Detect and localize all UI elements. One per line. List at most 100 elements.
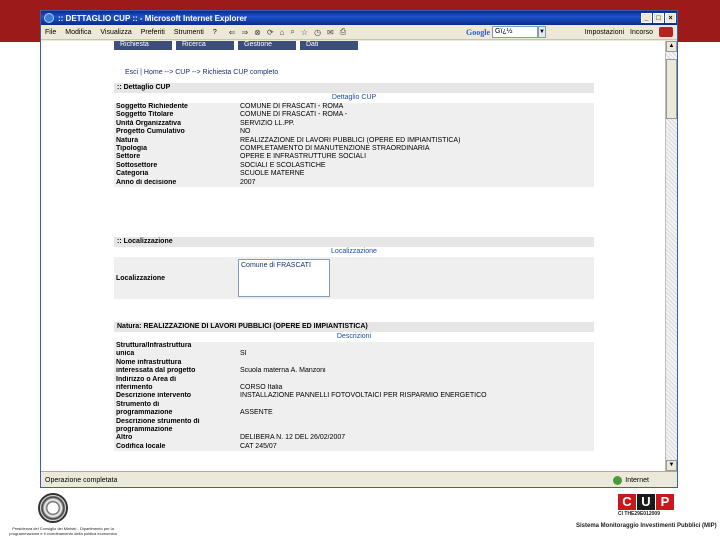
google-toolbar: Google Gï¿½ ▼ (466, 26, 546, 38)
field-value: COMUNE DI FRASCATI - ROMA - (240, 111, 348, 119)
field-label: interessata dal progetto (116, 367, 196, 375)
natura-section: Natura: REALIZZAZIONE DI LAVORI PUBBLICI… (114, 322, 594, 452)
table-row: Progetto Cumulativo NO (114, 128, 594, 136)
field-label: programmazione (116, 409, 173, 417)
toolbar-right: Impostazioni Incorso (579, 27, 673, 37)
scroll-down-icon[interactable]: ▼ (666, 460, 677, 471)
field-value: NO (240, 128, 251, 136)
footer-left: Presidenza del Consiglio dei Ministri - … (8, 493, 118, 536)
logo-letter: U (637, 494, 655, 510)
localizzazione-subheader: Localizzazione (331, 248, 377, 255)
localizzazione-label: Localizzazione (116, 274, 166, 282)
home-icon[interactable]: ⌂ (280, 28, 285, 37)
footer-right: C U P CI THE29E012009 Sistema Monitoragg… (576, 494, 718, 529)
tab-ricerca[interactable]: Ricerca (176, 41, 234, 50)
logo-code: CI THE29E012009 (618, 511, 660, 517)
scroll-up-icon[interactable]: ▲ (666, 41, 677, 52)
nav-tabs: Richiesta Ricerca Gestione Dati (114, 41, 362, 50)
field-label: Progetto Cumulativo (116, 128, 185, 136)
google-search-input[interactable]: Gï¿½ (492, 26, 538, 38)
localizzazione-section: :: Localizzazione Localizzazione Localiz… (114, 237, 594, 299)
google-logo: Google (466, 27, 490, 37)
scrollbar-thumb[interactable] (666, 59, 677, 119)
table-row: Indirizzo o Area di (114, 376, 594, 384)
minimize-button[interactable]: _ (641, 13, 652, 23)
tab-gestione[interactable]: Gestione (238, 41, 296, 50)
menu-modifica[interactable]: Modifica (65, 29, 91, 36)
field-label: Sottosettore (116, 161, 158, 169)
list-item[interactable]: Comune di FRASCATI (241, 262, 327, 269)
field-value: DELIBERA N. 12 DEL 26/02/2007 (240, 434, 346, 442)
field-label: Unità Organizzativa (116, 119, 181, 127)
settings-link[interactable]: Impostazioni (585, 29, 624, 36)
table-row: Tipologia COMPLETAMENTO DI MANUTENZIONE S… (114, 145, 594, 153)
field-label: Tipologia (116, 144, 147, 152)
table-row: Unità Organizzativa SERVIZIO LL.PP. (114, 120, 594, 128)
tab-richiesta[interactable]: Richiesta (114, 41, 172, 50)
close-button[interactable]: × (665, 13, 676, 23)
stop-icon[interactable]: ⊗ (254, 28, 261, 37)
field-label: Codifica locale (116, 442, 166, 450)
menu-visualizza[interactable]: Visualizza (100, 29, 131, 36)
field-value: SERVIZIO LL.PP. (240, 119, 295, 127)
menu-help[interactable]: ? (213, 29, 217, 36)
table-row: Sottosettore SOCIALI E SCOLASTICHE (114, 162, 594, 170)
republic-emblem-icon (38, 493, 68, 523)
cup-logo: C U P (618, 494, 718, 510)
field-label: Indirizzo o Area di (116, 375, 177, 383)
field-label: Strumento di (116, 400, 160, 408)
field-value (238, 376, 594, 384)
field-label: Settore (116, 153, 141, 161)
globe-icon (613, 475, 623, 485)
table-row: Categoria SCUOLE MATERNE (114, 170, 594, 178)
search-icon[interactable]: ⌕ (290, 27, 294, 37)
chevron-down-icon[interactable]: ▼ (538, 26, 546, 38)
menu-preferiti[interactable]: Preferiti (141, 29, 165, 36)
table-row: Soggetto Titolare COMUNE DI FRASCATI - RO… (114, 111, 594, 119)
field-value (238, 426, 594, 434)
menu-file[interactable]: File (45, 29, 56, 36)
field-value (238, 342, 594, 350)
table-row: Descrizione strumento di (114, 418, 594, 426)
field-value (238, 418, 594, 426)
favorites-icon[interactable]: ☆ (301, 28, 308, 37)
title-bar: :: DETTAGLIO CUP :: - Microsoft Internet… (41, 11, 677, 25)
natura-subheader: Descrizioni (336, 333, 372, 340)
field-label: Descrizione strumento di (116, 417, 200, 425)
toolbar-logo-icon (659, 27, 673, 37)
table-row: Natura REALIZZAZIONE DI LAVORI PUBBLICI (… (114, 137, 594, 145)
field-label: Anno di decisione (116, 178, 177, 186)
breadcrumb[interactable]: Esci | Home --> CUP --> Richiesta CUP co… (125, 69, 278, 76)
field-label: Natura (116, 136, 139, 144)
field-value: REALIZZAZIONE DI LAVORI PUBBLICI (OPERE … (240, 136, 461, 144)
field-label: Nome infrastruttura (116, 358, 182, 366)
table-row: Soggetto Richiedente COMUNE DI FRASCATI -… (114, 103, 594, 111)
tab-dati[interactable]: Dati (300, 41, 358, 50)
browser-window: :: DETTAGLIO CUP :: - Microsoft Internet… (40, 10, 678, 488)
status-bar: Operazione completata Internet (41, 471, 677, 487)
print-icon[interactable]: ⎙ (340, 27, 346, 37)
maximize-button[interactable]: □ (653, 13, 664, 23)
vertical-scrollbar[interactable]: ▲ ▼ (665, 41, 677, 471)
field-value: SCUOLE MATERNE (240, 170, 305, 178)
table-row: interessata dal progetto Scuola materna A… (114, 367, 594, 375)
field-value: 2007 (240, 178, 256, 186)
incorso-link[interactable]: Incorso (630, 29, 653, 36)
menu-strumenti[interactable]: Strumenti (174, 29, 204, 36)
refresh-icon[interactable]: ⟳ (267, 28, 274, 37)
mail-icon[interactable]: ✉ (327, 28, 334, 37)
field-label: programmazione (116, 425, 173, 433)
back-icon[interactable]: ⇐ (229, 28, 236, 37)
dettaglio-table: Soggetto Richiedente COMUNE DI FRASCATI -… (114, 103, 594, 187)
localizzazione-listbox[interactable]: Comune di FRASCATI (238, 259, 330, 297)
field-value: SOCIALI E SCOLASTICHE (240, 161, 326, 169)
footer-institution: Presidenza del Consiglio dei Ministri - … (9, 526, 117, 536)
forward-icon[interactable]: ⇒ (241, 28, 248, 37)
history-icon[interactable]: ◷ (314, 28, 321, 37)
localizzazione-row: Localizzazione Comune di FRASCATI (114, 257, 594, 299)
dettaglio-section: :: Dettaglio CUP Dettaglio CUP Soggetto … (114, 83, 594, 187)
logo-letter: P (656, 494, 674, 510)
field-label: Categoria (116, 170, 149, 178)
field-label: Descrizione intervento (116, 392, 192, 400)
table-row: riferimento CORSO Italia (114, 384, 594, 392)
